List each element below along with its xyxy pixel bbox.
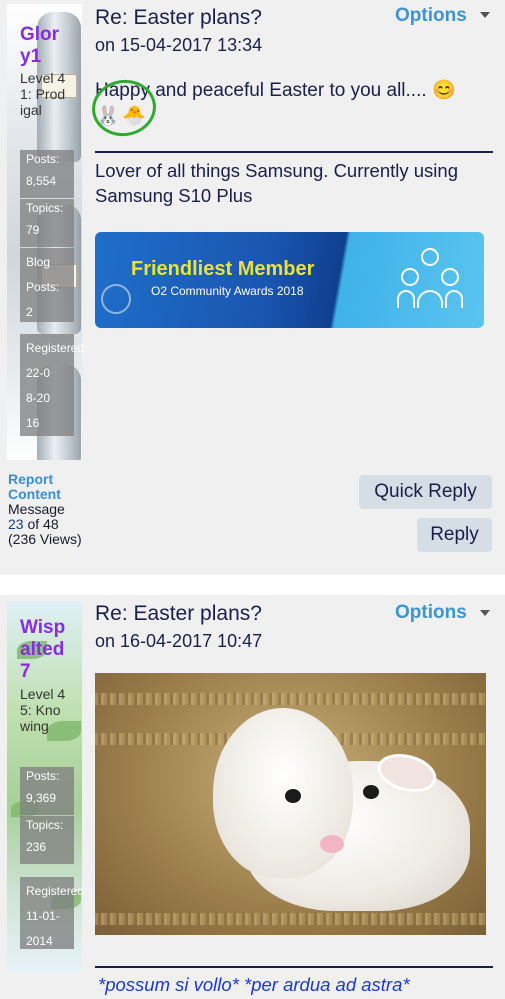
signature-divider <box>95 966 493 968</box>
chevron-down-icon[interactable] <box>480 610 490 616</box>
post-subject[interactable]: Re: Easter plans? <box>95 602 262 626</box>
signature-divider <box>95 151 493 153</box>
reply-button[interactable]: Reply <box>417 518 492 552</box>
options-menu[interactable]: Options <box>395 602 467 624</box>
signature-text: *possum si vollo* *per ardua ad astra* <box>98 974 410 995</box>
stat-label: Posts: <box>26 152 60 166</box>
message-prefix: Message <box>8 501 65 517</box>
stat-registered: Registered: 11-01-2014 <box>20 877 88 949</box>
award-subtitle: O2 Community Awards 2018 <box>151 284 304 298</box>
stat-label: Registered: <box>26 884 88 898</box>
stat-label: Registered: <box>26 341 88 355</box>
stat-value: 9,369 <box>26 791 57 805</box>
stat-value: 8,554 <box>26 174 57 188</box>
post-date: on 15-04-2017 13:34 <box>95 35 263 55</box>
author-rank: Level 45: Knowing <box>20 686 66 734</box>
author-username[interactable]: Wispalted7 <box>20 617 66 683</box>
people-group-icon <box>395 246 465 310</box>
post-meta: Report Content Message 23 of 48 (236 Vie… <box>8 472 88 547</box>
stat-label: Blog Posts: <box>26 255 60 294</box>
post-body: Happy and peaceful Easter to you all....… <box>95 78 495 102</box>
award-title: Friendliest Member <box>131 258 315 280</box>
post-subject[interactable]: Re: Easter plans? <box>95 6 262 30</box>
signature-text: Lover of all things Samsung. Currently u… <box>95 160 458 206</box>
stat-value: 79 <box>26 223 40 237</box>
post-date: on 16-04-2017 10:47 <box>95 631 263 651</box>
lamb-photo <box>95 673 486 935</box>
stat-topics: Topics: 236 <box>20 816 74 864</box>
stat-posts: Posts: 8,554 <box>20 150 74 198</box>
stat-blog-posts: Blog Posts: 2 <box>20 248 74 322</box>
rosette-icon <box>101 284 131 314</box>
message-of: of 48 <box>27 516 59 532</box>
options-menu[interactable]: Options <box>395 5 467 27</box>
stat-label: Posts: <box>26 769 60 783</box>
author-rank: Level 41: Prodigal <box>20 70 66 118</box>
view-count: (236 Views) <box>8 531 82 547</box>
stat-posts: Posts: 9,369 <box>20 767 74 815</box>
stat-value: 2 <box>26 305 33 319</box>
post-1: Glory1 Level 41: Prodigal Posts: 8,554 T… <box>0 0 505 575</box>
stat-value: 236 <box>26 840 47 854</box>
quick-reply-button[interactable]: Quick Reply <box>359 475 492 509</box>
award-banner: Friendliest Member O2 Community Awards 2… <box>95 232 484 328</box>
stat-topics: Topics: 79 <box>20 199 74 247</box>
stat-registered: Registered: 22-08-2016 <box>20 334 88 436</box>
message-number-link[interactable]: 23 <box>8 516 24 532</box>
stat-value: 22-08-2016 <box>26 366 51 430</box>
author-username[interactable]: Glory1 <box>20 24 66 68</box>
post-separator <box>0 575 505 595</box>
smile-emoji-icon: 😊 <box>431 80 456 101</box>
chevron-down-icon[interactable] <box>480 12 490 18</box>
report-content-link[interactable]: Report Content <box>8 472 88 502</box>
stat-label: Topics: <box>26 818 64 832</box>
stat-value: 11-01-2014 <box>26 909 60 948</box>
stat-label: Topics: <box>26 201 64 215</box>
